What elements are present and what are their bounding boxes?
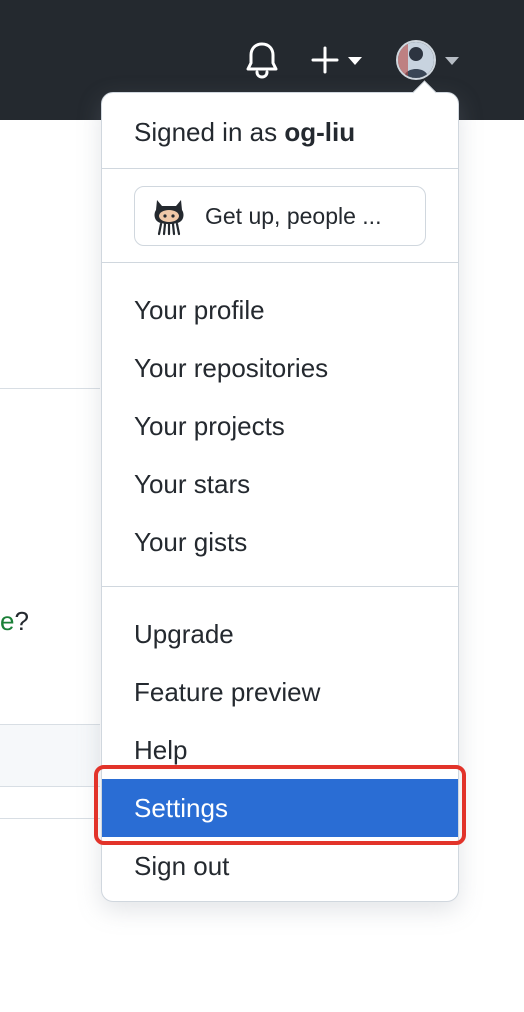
background-divider	[0, 724, 100, 725]
background-divider	[0, 388, 100, 389]
menu-item-your-profile[interactable]: Your profile	[102, 281, 458, 339]
background-question-mark: ?	[14, 606, 29, 636]
background-link-fragment[interactable]: e	[0, 606, 14, 636]
menu-item-your-projects[interactable]: Your projects	[102, 397, 458, 455]
chevron-down-icon[interactable]	[445, 57, 459, 65]
menu-item-upgrade[interactable]: Upgrade	[102, 605, 458, 663]
set-status-button[interactable]: Get up, people ...	[134, 186, 426, 246]
menu-item-your-repositories[interactable]: Your repositories	[102, 339, 458, 397]
signed-in-header: Signed in as og-liu	[134, 113, 355, 151]
username: og-liu	[284, 117, 356, 147]
menu-divider	[102, 168, 458, 169]
plus-icon[interactable]	[311, 46, 339, 74]
bell-icon[interactable]	[245, 41, 279, 79]
avatar[interactable]	[396, 40, 436, 80]
menu-item-your-gists[interactable]: Your gists	[102, 513, 458, 571]
menu-divider	[102, 262, 458, 263]
menu-item-feature-preview[interactable]: Feature preview	[102, 663, 458, 721]
background-row	[0, 725, 100, 786]
background-divider	[0, 818, 100, 819]
settings-highlight-outline	[94, 765, 466, 845]
menu-item-your-stars[interactable]: Your stars	[102, 455, 458, 513]
background-text: e?	[0, 604, 29, 638]
octocat-icon	[154, 200, 184, 236]
status-text: Get up, people ...	[205, 202, 382, 229]
menu-divider	[102, 586, 458, 587]
background-divider	[0, 786, 100, 787]
chevron-down-icon[interactable]	[348, 57, 362, 65]
menu-item-sign-out[interactable]: Sign out	[102, 837, 458, 895]
signed-in-prefix: Signed in as	[134, 117, 278, 147]
